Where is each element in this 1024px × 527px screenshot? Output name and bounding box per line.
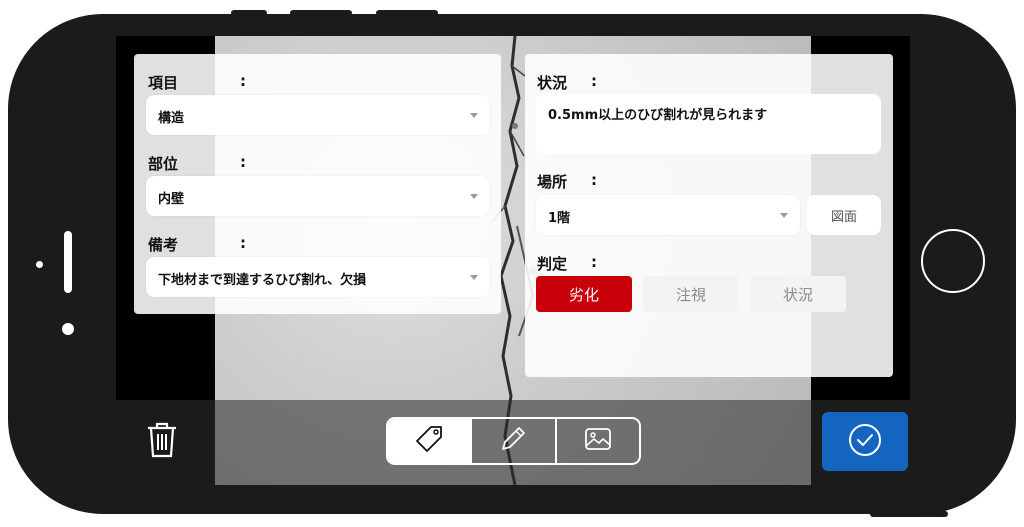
judgement-option-label: 状況 bbox=[782, 285, 813, 304]
judgement-option-label: 注視 bbox=[675, 285, 706, 304]
earpiece-speaker bbox=[64, 231, 72, 293]
status-text-field[interactable]: 0.5mm以上のひび割れが見られます bbox=[536, 94, 881, 154]
app-screen: 項目 : 構造 部位 : 内壁 備考 : 下地材まで到達するひび割れ、欠損 状況… bbox=[116, 36, 910, 485]
front-sensor bbox=[62, 323, 74, 335]
drawing-button-label: 図面 bbox=[830, 209, 857, 225]
front-camera bbox=[36, 261, 43, 268]
judgement-label: 判定 bbox=[537, 255, 568, 273]
remarks-select[interactable]: 下地材まで到達するひび割れ、欠損 bbox=[146, 257, 490, 297]
image-icon bbox=[583, 424, 613, 458]
trash-icon[interactable] bbox=[146, 422, 178, 462]
home-button[interactable] bbox=[921, 229, 985, 293]
mode-tab-group bbox=[386, 417, 641, 465]
part-select[interactable]: 内壁 bbox=[146, 176, 490, 216]
judgement-option-condition[interactable]: 状況 bbox=[750, 276, 846, 312]
confirm-button[interactable] bbox=[822, 412, 908, 471]
remarks-select-value: 下地材まで到達するひび割れ、欠損 bbox=[158, 273, 367, 288]
chevron-down-icon bbox=[470, 194, 478, 199]
pencil-icon bbox=[498, 424, 528, 458]
location-select[interactable]: 1階 bbox=[536, 195, 800, 235]
item-colon: : bbox=[240, 72, 246, 90]
item-select[interactable]: 構造 bbox=[146, 95, 490, 135]
chevron-down-icon bbox=[470, 113, 478, 118]
tab-tag[interactable] bbox=[388, 419, 471, 463]
tag-icon bbox=[414, 424, 444, 458]
tab-pencil[interactable] bbox=[470, 419, 554, 463]
item-label: 項目 bbox=[148, 74, 179, 92]
part-colon: : bbox=[240, 153, 246, 171]
judgement-colon: : bbox=[591, 253, 597, 271]
judgement-option-label: 劣化 bbox=[568, 285, 599, 304]
status-text-value: 0.5mm以上のひび割れが見られます bbox=[548, 108, 768, 123]
tab-image[interactable] bbox=[554, 419, 639, 463]
part-select-value: 内壁 bbox=[158, 192, 185, 207]
drawing-button[interactable]: 図面 bbox=[807, 195, 881, 235]
location-label: 場所 bbox=[537, 173, 568, 191]
status-label: 状況 bbox=[537, 74, 568, 92]
location-colon: : bbox=[591, 171, 597, 189]
status-colon: : bbox=[591, 72, 597, 90]
remarks-label: 備考 bbox=[148, 236, 179, 254]
check-circle-icon bbox=[847, 422, 883, 462]
item-select-value: 構造 bbox=[158, 111, 185, 126]
part-label: 部位 bbox=[148, 155, 179, 173]
judgement-option-watch[interactable]: 注視 bbox=[643, 276, 739, 312]
chevron-down-icon bbox=[470, 275, 478, 280]
left-form-panel: 項目 : 構造 部位 : 内壁 備考 : 下地材まで到達するひび割れ、欠損 bbox=[134, 54, 501, 314]
right-form-panel: 状況 : 0.5mm以上のひび割れが見られます 場所 : 1階 図面 判定 : … bbox=[525, 54, 893, 377]
location-select-value: 1階 bbox=[548, 211, 571, 226]
remarks-colon: : bbox=[240, 234, 246, 252]
chevron-down-icon bbox=[780, 213, 788, 218]
judgement-option-deterioration[interactable]: 劣化 bbox=[536, 276, 632, 312]
